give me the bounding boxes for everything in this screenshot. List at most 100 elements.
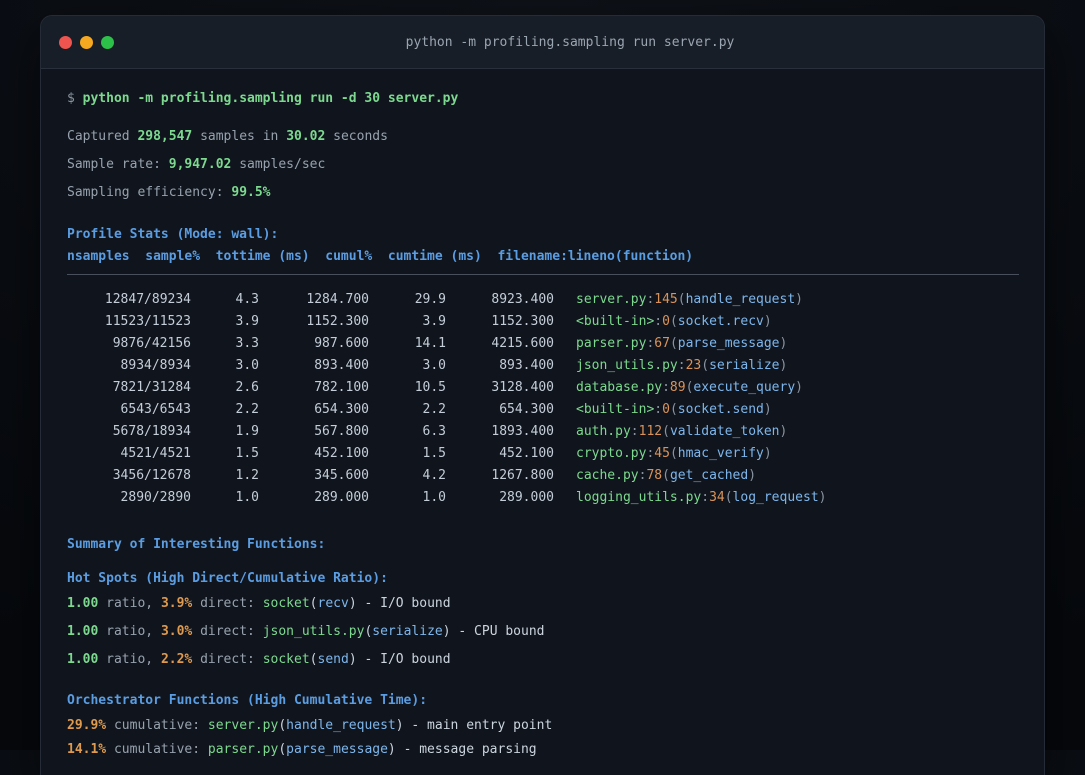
line-number: 0 <box>662 314 670 329</box>
sample-rate-label: Sample rate: <box>67 157 161 172</box>
paren-open: ( <box>278 718 287 733</box>
tottime-value: 567.800 <box>314 424 369 439</box>
tottime-value: 987.600 <box>314 336 369 351</box>
table-row: 3456/12678 1.2 345.600 4.2 1267.800 cache.py:… <box>67 465 1019 487</box>
paren-open: ( <box>669 336 678 351</box>
target-name: server.py <box>207 718 279 733</box>
tottime-value: 1284.700 <box>306 292 369 307</box>
orchestrator-target: server.py(handle_request) <box>208 718 404 733</box>
table-column-header: nsamples sample% tottime (ms) cumul% cum… <box>67 249 694 264</box>
paren-close: ) <box>395 718 404 733</box>
direct-label: direct: <box>200 624 255 639</box>
table-row: 7821/31284 2.6 782.100 10.5 3128.400 database… <box>67 377 1019 399</box>
paren-open: ( <box>662 468 670 483</box>
direct-label: direct: <box>200 652 255 667</box>
paren-open: ( <box>669 314 678 329</box>
hotspot-target: json_utils.py(serialize) <box>263 624 451 639</box>
tottime-value: 654.300 <box>314 402 369 417</box>
function-location: database.py:89(execute_query) <box>576 380 803 395</box>
ratio-label: ratio, <box>106 624 154 639</box>
function-name: socket.recv <box>677 314 764 329</box>
filename: database.py <box>576 380 663 395</box>
terminal-output[interactable]: $ python -m profiling.sampling run -d 30… <box>41 89 1044 759</box>
cumul-pct-value: 3.0 <box>422 358 446 373</box>
hotspot-line: 1.00 ratio, 3.9% direct: socket(recv) - … <box>67 594 1019 613</box>
zoom-button[interactable] <box>101 35 114 49</box>
line-number: 78 <box>646 468 663 483</box>
table-row: 8934/8934 3.0 893.400 3.0 893.400 json_utils.… <box>67 355 1019 377</box>
function-name: recv <box>317 596 349 611</box>
nsamples-value: 7821/31284 <box>112 380 191 395</box>
paren-open: ( <box>669 446 678 461</box>
prompt-symbol: $ <box>67 91 75 106</box>
function-name: serialize <box>709 358 780 373</box>
line-number: 112 <box>638 424 663 439</box>
cumul-pct-value: 10.5 <box>414 380 446 395</box>
sample-rate-unit: samples/sec <box>239 157 326 172</box>
colon: : <box>701 490 710 505</box>
window-title: python -m profiling.sampling run server.… <box>405 34 735 50</box>
hotspot-target: socket(send) <box>263 652 357 667</box>
colon: : <box>630 424 639 439</box>
efficiency-line: Sampling efficiency: 99.5% <box>67 183 1019 202</box>
line-number: 0 <box>662 402 670 417</box>
sample-pct-value: 2.6 <box>235 380 259 395</box>
line-number: 23 <box>685 358 702 373</box>
tottime-value: 452.100 <box>314 446 369 461</box>
cumul-pct-value: 14.1 <box>414 336 446 351</box>
line-number: 34 <box>709 490 725 505</box>
hotspots-heading: Hot Spots (High Direct/Cumulative Ratio)… <box>67 571 388 586</box>
sample-rate-value: 9,947.02 <box>168 157 232 172</box>
nsamples-value: 9876/42156 <box>112 336 191 351</box>
cumul-pct-value: 4.2 <box>422 468 446 483</box>
minimize-button[interactable] <box>80 35 93 49</box>
function-name: execute_query <box>693 380 796 395</box>
function-name: get_cached <box>669 468 749 483</box>
cumtime-value: 1152.300 <box>491 314 554 329</box>
orchestrators-heading: Orchestrator Functions (High Cumulative … <box>67 693 428 708</box>
paren-open: ( <box>701 358 710 373</box>
cumtime-value: 3128.400 <box>491 380 554 395</box>
hotspot-line: 1.00 ratio, 3.0% direct: json_utils.py(s… <box>67 622 1019 641</box>
hotspot-note: - I/O bound <box>364 596 451 611</box>
nsamples-value: 2890/2890 <box>120 490 191 505</box>
orchestrator-note: - main entry point <box>411 718 553 733</box>
filename: logging_utils.py <box>576 490 702 505</box>
colon: : <box>662 380 670 395</box>
paren-close: ) <box>779 336 788 351</box>
paren-close: ) <box>763 314 772 329</box>
cumul-pct-value: 6.3 <box>422 424 446 439</box>
function-location: <built-in>:0(socket.send) <box>576 402 772 417</box>
ratio-label: ratio, <box>106 652 154 667</box>
sample-pct-value: 2.2 <box>235 402 259 417</box>
paren-open: ( <box>309 652 318 667</box>
close-button[interactable] <box>59 35 72 49</box>
filename: <built-in> <box>576 402 655 417</box>
cumtime-value: 8923.400 <box>491 292 554 307</box>
paren-close: ) <box>795 292 803 307</box>
paren-close: ) <box>818 490 827 505</box>
samples-count: 298,547 <box>137 129 193 144</box>
hotspot-note: - I/O bound <box>364 652 451 667</box>
hotspot-target: socket(recv) <box>263 596 357 611</box>
paren-close: ) <box>763 402 772 417</box>
ratio-label: ratio, <box>106 596 154 611</box>
function-name: send <box>317 652 349 667</box>
sample-pct-value: 1.5 <box>235 446 259 461</box>
cumul-pct-value: 2.2 <box>422 402 446 417</box>
colon: : <box>654 402 663 417</box>
filename: cache.py <box>576 468 639 483</box>
table-row: 11523/11523 3.9 1152.300 3.9 1152.300 <built-… <box>67 311 1019 333</box>
direct-pct: 3.9% <box>160 596 193 611</box>
ratio-value: 1.00 <box>67 596 99 611</box>
direct-pct: 2.2% <box>160 652 193 667</box>
function-location: logging_utils.py:34(log_request) <box>576 490 826 505</box>
command-line: $ python -m profiling.sampling run -d 30… <box>67 89 1019 108</box>
line-number: 145 <box>654 292 678 307</box>
summary-heading: Summary of Interesting Functions: <box>67 537 326 552</box>
hotspot-line: 1.00 ratio, 2.2% direct: socket(send) - … <box>67 650 1019 669</box>
captured-mid-text: samples in <box>200 129 279 144</box>
paren-open: ( <box>662 424 670 439</box>
function-name: handle_request <box>685 292 796 307</box>
cumtime-value: 654.300 <box>499 402 554 417</box>
